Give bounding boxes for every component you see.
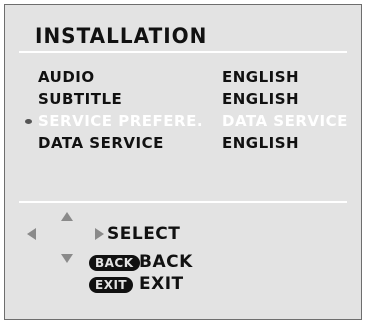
arrow-right-icon: [95, 228, 104, 240]
select-hint: SELECT: [107, 224, 181, 244]
exit-hint: EXIT: [139, 274, 184, 294]
back-hint: BACK: [139, 252, 193, 272]
back-key-icon: BACK: [89, 255, 140, 271]
arrow-up-icon: [61, 212, 73, 221]
arrow-down-icon: [61, 254, 73, 263]
exit-key-icon: EXIT: [89, 277, 134, 293]
navigation-help: SELECT BACK BACK EXIT EXIT: [5, 5, 361, 319]
arrow-left-icon: [27, 228, 36, 240]
installation-menu-panel: INSTALLATION AUDIO ENGLISH SUBTITLE ENGL…: [4, 4, 362, 320]
